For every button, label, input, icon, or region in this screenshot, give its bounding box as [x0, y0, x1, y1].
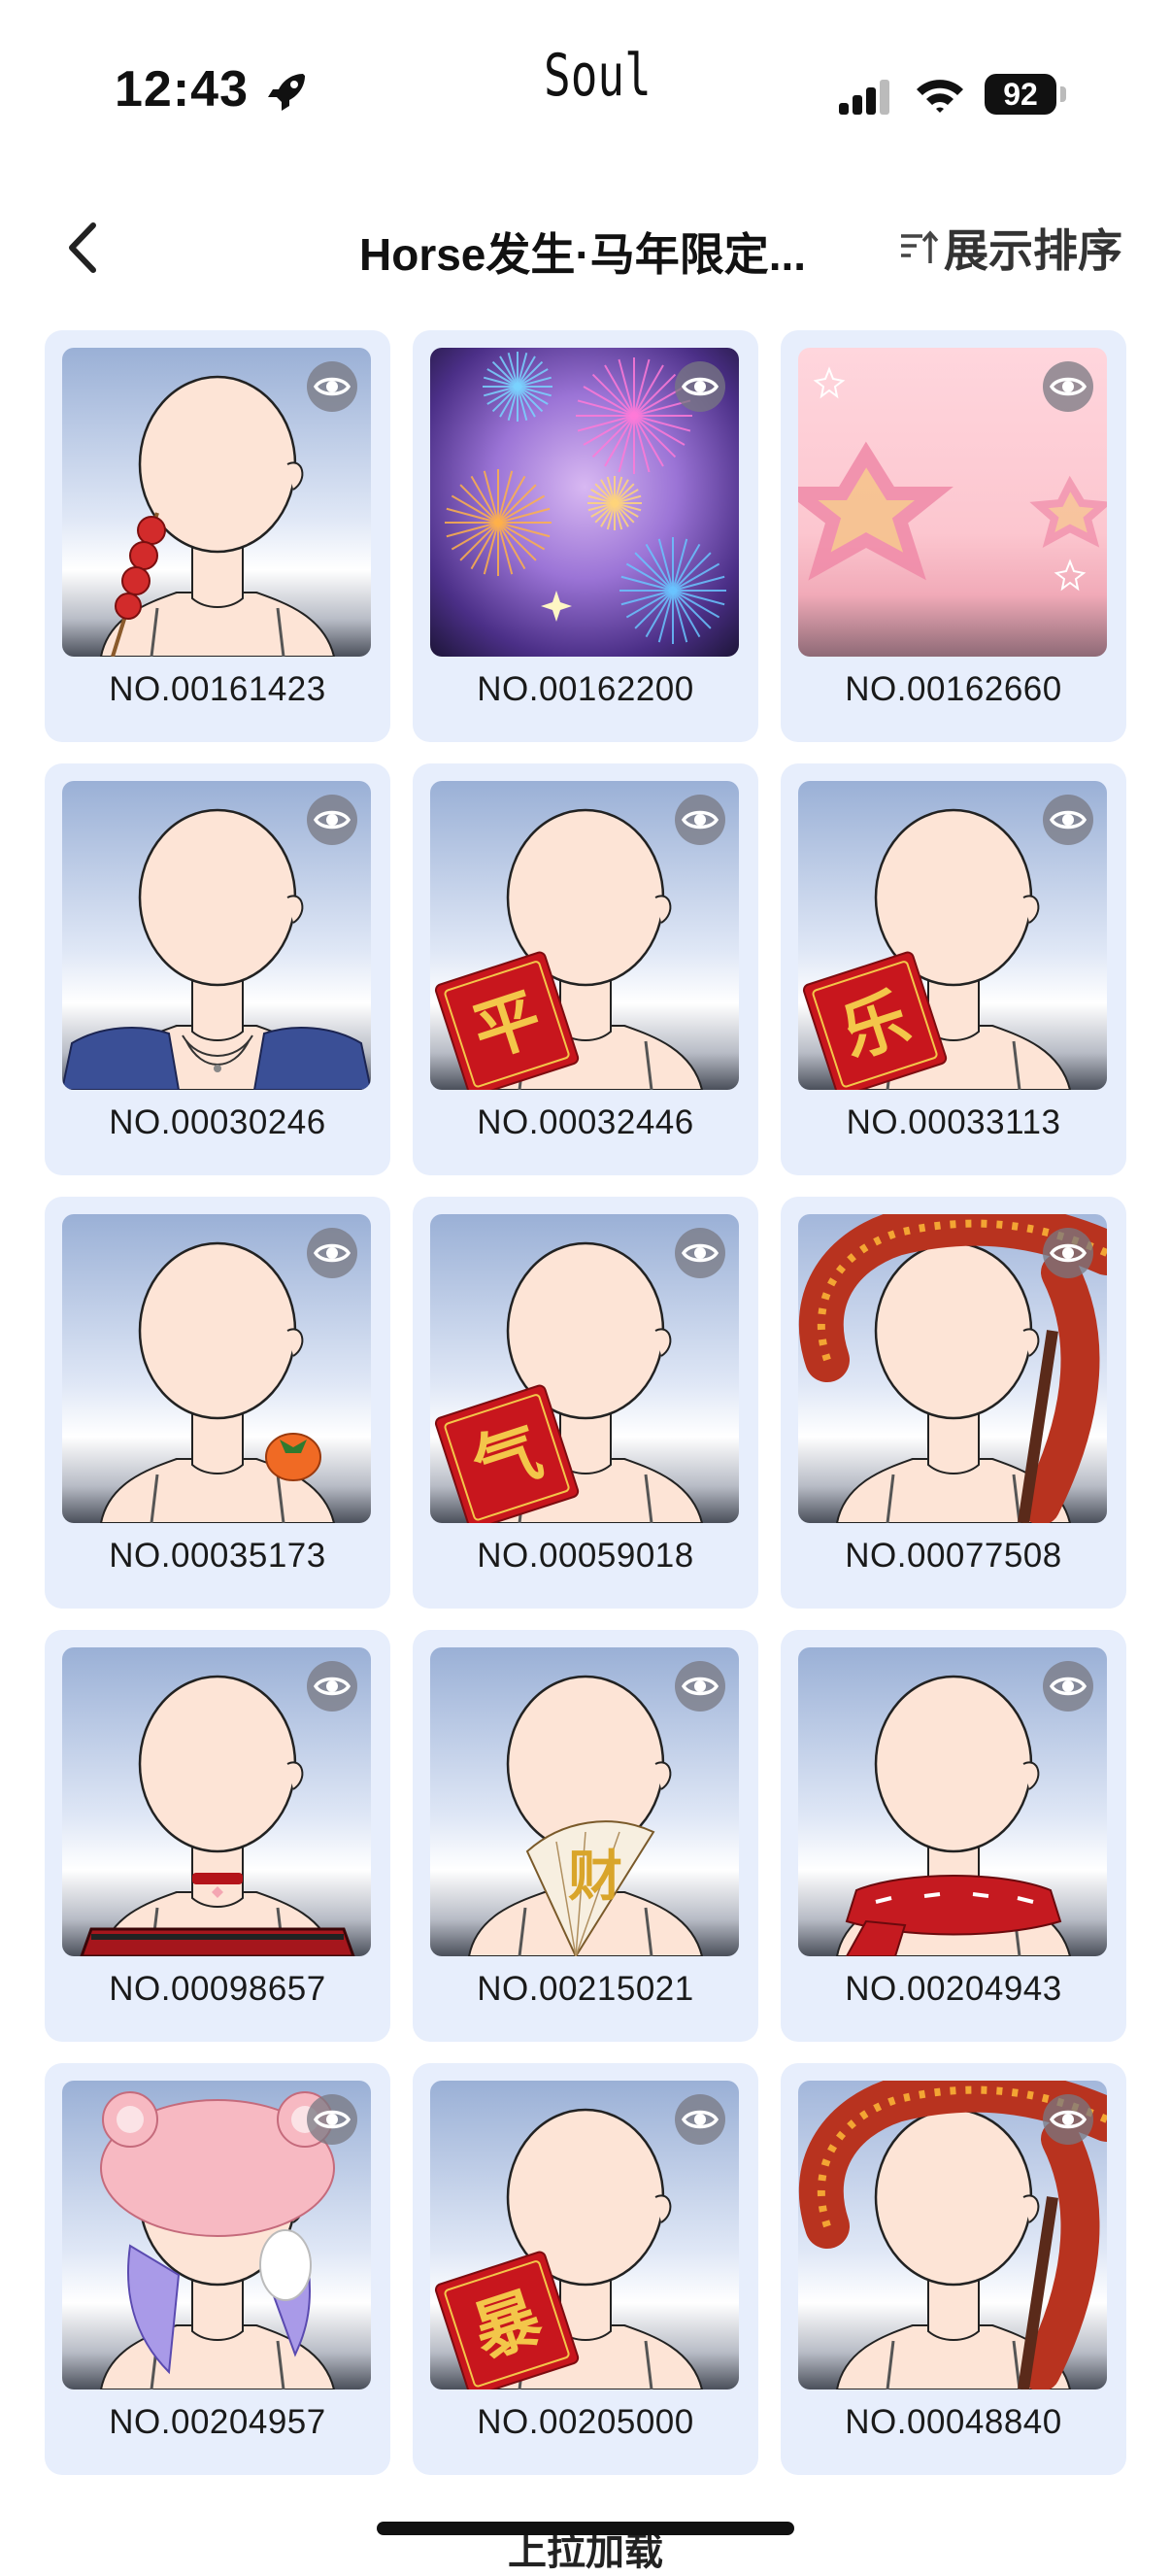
eye-icon [313, 1243, 351, 1263]
collectible-card[interactable]: NO.00048840 [781, 2063, 1126, 2475]
collectible-number: NO.00204957 [109, 2403, 326, 2441]
eye-icon [681, 2110, 719, 2129]
eye-icon [1049, 810, 1087, 830]
collectible-image[interactable] [798, 1647, 1107, 1956]
collectible-image[interactable]: 财 [430, 1647, 739, 1956]
sort-label: 展示排序 [944, 225, 1122, 276]
collectible-number: NO.00035173 [109, 1537, 326, 1575]
collectible-number: NO.00059018 [477, 1537, 694, 1575]
preview-eye-button[interactable] [307, 1661, 357, 1712]
collectible-card[interactable]: NO.00161423 [45, 330, 390, 742]
app-name: Soul [544, 40, 652, 110]
battery-level: 92 [985, 74, 1056, 115]
status-time: 12:43 [115, 61, 249, 118]
collectible-number: NO.00215021 [477, 1970, 694, 2008]
svg-text:财: 财 [568, 1846, 622, 1909]
eye-icon [1049, 1677, 1087, 1696]
preview-eye-button[interactable] [675, 1228, 725, 1278]
eye-icon [313, 1677, 351, 1696]
collectible-card[interactable]: NO.00030246 [45, 763, 390, 1175]
sort-button[interactable]: 展示排序 [897, 214, 1122, 282]
collectible-image[interactable] [62, 1214, 371, 1523]
preview-eye-button[interactable] [1043, 361, 1093, 412]
collectible-card[interactable]: NO.00204957 [45, 2063, 390, 2475]
collectible-image[interactable] [62, 1647, 371, 1956]
home-indicator[interactable] [377, 2522, 794, 2535]
eye-icon [681, 377, 719, 396]
collectible-card[interactable]: 平 NO.00032446 [413, 763, 758, 1175]
collectible-card[interactable]: 暴 NO.00205000 [413, 2063, 758, 2475]
preview-eye-button[interactable] [675, 1661, 725, 1712]
preview-eye-button[interactable] [675, 2094, 725, 2145]
collectible-number: NO.00162660 [845, 670, 1062, 708]
collectible-card[interactable]: NO.00035173 [45, 1197, 390, 1609]
collectible-number: NO.00032446 [477, 1103, 694, 1141]
collectible-card[interactable]: 气 NO.00059018 [413, 1197, 758, 1609]
preview-eye-button[interactable] [307, 2094, 357, 2145]
eye-icon [681, 1677, 719, 1696]
collectible-number: NO.00162200 [477, 670, 694, 708]
preview-eye-button[interactable] [307, 795, 357, 845]
collectible-image[interactable] [430, 348, 739, 657]
eye-icon [681, 1243, 719, 1263]
collectible-image[interactable] [798, 2081, 1107, 2390]
preview-eye-button[interactable] [675, 361, 725, 412]
wifi-icon [917, 80, 963, 113]
collectible-number: NO.00033113 [846, 1103, 1061, 1141]
preview-eye-button[interactable] [307, 1228, 357, 1278]
eye-icon [1049, 2110, 1087, 2129]
collectible-number: NO.00077508 [845, 1537, 1062, 1575]
collectible-card[interactable]: 乐 NO.00033113 [781, 763, 1126, 1175]
collectible-image[interactable]: 乐 [798, 781, 1107, 1090]
header-bar: Horse发生·马年限定... 展示排序 [0, 185, 1171, 311]
collectible-number: NO.00205000 [477, 2403, 694, 2441]
eye-icon [681, 810, 719, 830]
collectible-card[interactable]: NO.00098657 [45, 1630, 390, 2042]
collectible-card[interactable]: NO.00077508 [781, 1197, 1126, 1609]
eye-icon [313, 2110, 351, 2129]
collectible-number: NO.00204943 [845, 1970, 1062, 2008]
preview-eye-button[interactable] [307, 361, 357, 412]
collectible-card[interactable]: NO.00204943 [781, 1630, 1126, 2042]
eye-icon [313, 377, 351, 396]
collectible-image[interactable]: 暴 [430, 2081, 739, 2390]
collectible-image[interactable] [798, 1214, 1107, 1523]
eye-icon [1049, 377, 1087, 396]
cellular-signal-icon [839, 80, 889, 115]
preview-eye-button[interactable] [1043, 1228, 1093, 1278]
collectible-card[interactable]: 财 NO.00215021 [413, 1630, 758, 2042]
collectible-image[interactable] [798, 348, 1107, 657]
preview-eye-button[interactable] [1043, 795, 1093, 845]
preview-eye-button[interactable] [1043, 1661, 1093, 1712]
collectible-image[interactable]: 平 [430, 781, 739, 1090]
collectible-number: NO.00161423 [109, 670, 326, 708]
battery-tip [1060, 86, 1066, 102]
collectible-image[interactable] [62, 348, 371, 657]
sort-icon [901, 230, 939, 263]
rocket-icon [268, 74, 305, 111]
collectible-number: NO.00048840 [845, 2403, 1062, 2441]
battery-indicator: 92 [985, 74, 1066, 115]
eye-icon [1049, 1243, 1087, 1263]
eye-icon [313, 810, 351, 830]
collectible-image[interactable] [62, 2081, 371, 2390]
preview-eye-button[interactable] [675, 795, 725, 845]
collectible-image[interactable]: 气 [430, 1214, 739, 1523]
collectible-number: NO.00098657 [109, 1970, 326, 2008]
page-title: Horse发生·马年限定... [359, 229, 807, 280]
collectible-number: NO.00030246 [109, 1103, 326, 1141]
collectible-image[interactable] [62, 781, 371, 1090]
back-button[interactable] [50, 214, 118, 282]
status-bar: 12:43 Soul 92 [0, 0, 1171, 165]
preview-eye-button[interactable] [1043, 2094, 1093, 2145]
collectible-card[interactable]: NO.00162200 [413, 330, 758, 742]
collectible-card[interactable]: NO.00162660 [781, 330, 1126, 742]
